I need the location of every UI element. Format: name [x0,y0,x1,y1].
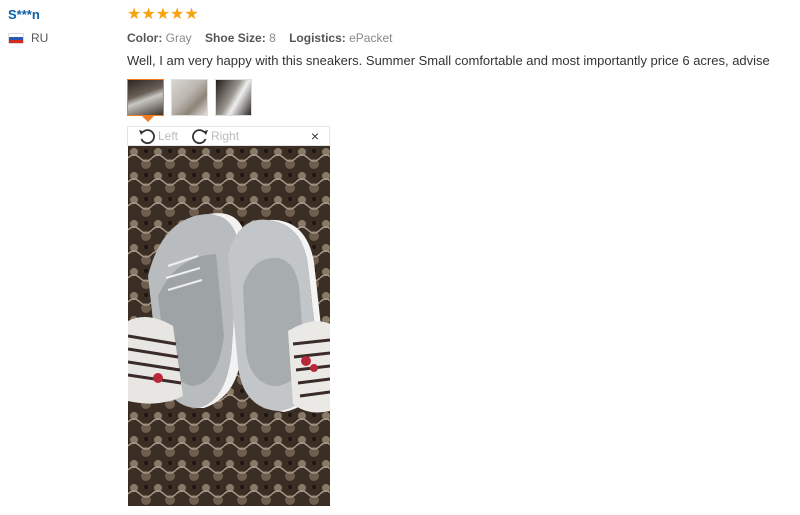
reviewer-name[interactable]: S***n [8,7,48,22]
rotate-right-label: Right [211,129,240,143]
rotate-left-button[interactable]: Left [137,127,178,145]
image-viewer-toolbar: Left Right × [127,126,330,146]
rotate-right-icon [192,129,209,145]
review-photo [128,146,330,506]
feedback-text: Well, I am very happy with this sneakers… [127,53,770,68]
shoe-size-label: Shoe Size: [205,31,266,45]
russia-flag-icon [8,32,24,44]
thumbnail-3[interactable] [215,79,252,116]
color-label: Color: [127,31,163,45]
close-viewer-button[interactable]: × [311,128,319,144]
shoe-size-value: 8 [269,31,276,45]
rotate-left-label: Left [158,129,179,143]
country-code: RU [31,31,49,45]
thumbnail-2[interactable] [171,79,208,116]
reviewer-country: RU [8,31,48,45]
active-thumbnail-pointer [142,116,154,122]
reviewer-info: S***n RU [8,7,48,45]
sneakers-photo [128,146,330,506]
rotate-right-button[interactable]: Right [190,127,239,145]
review-body: ★★★★★ Color: Gray Shoe Size: 8 Logistics… [127,6,787,69]
order-attributes: Color: Gray Shoe Size: 8 Logistics: ePac… [127,31,787,45]
star-rating: ★★★★★ [127,6,199,23]
photo-thumbnails [127,79,252,116]
thumbnail-1[interactable] [127,79,164,116]
color-value: Gray [165,31,192,45]
rotate-left-icon [139,129,155,145]
logistics-value: ePacket [349,31,393,45]
logistics-label: Logistics: [289,31,346,45]
